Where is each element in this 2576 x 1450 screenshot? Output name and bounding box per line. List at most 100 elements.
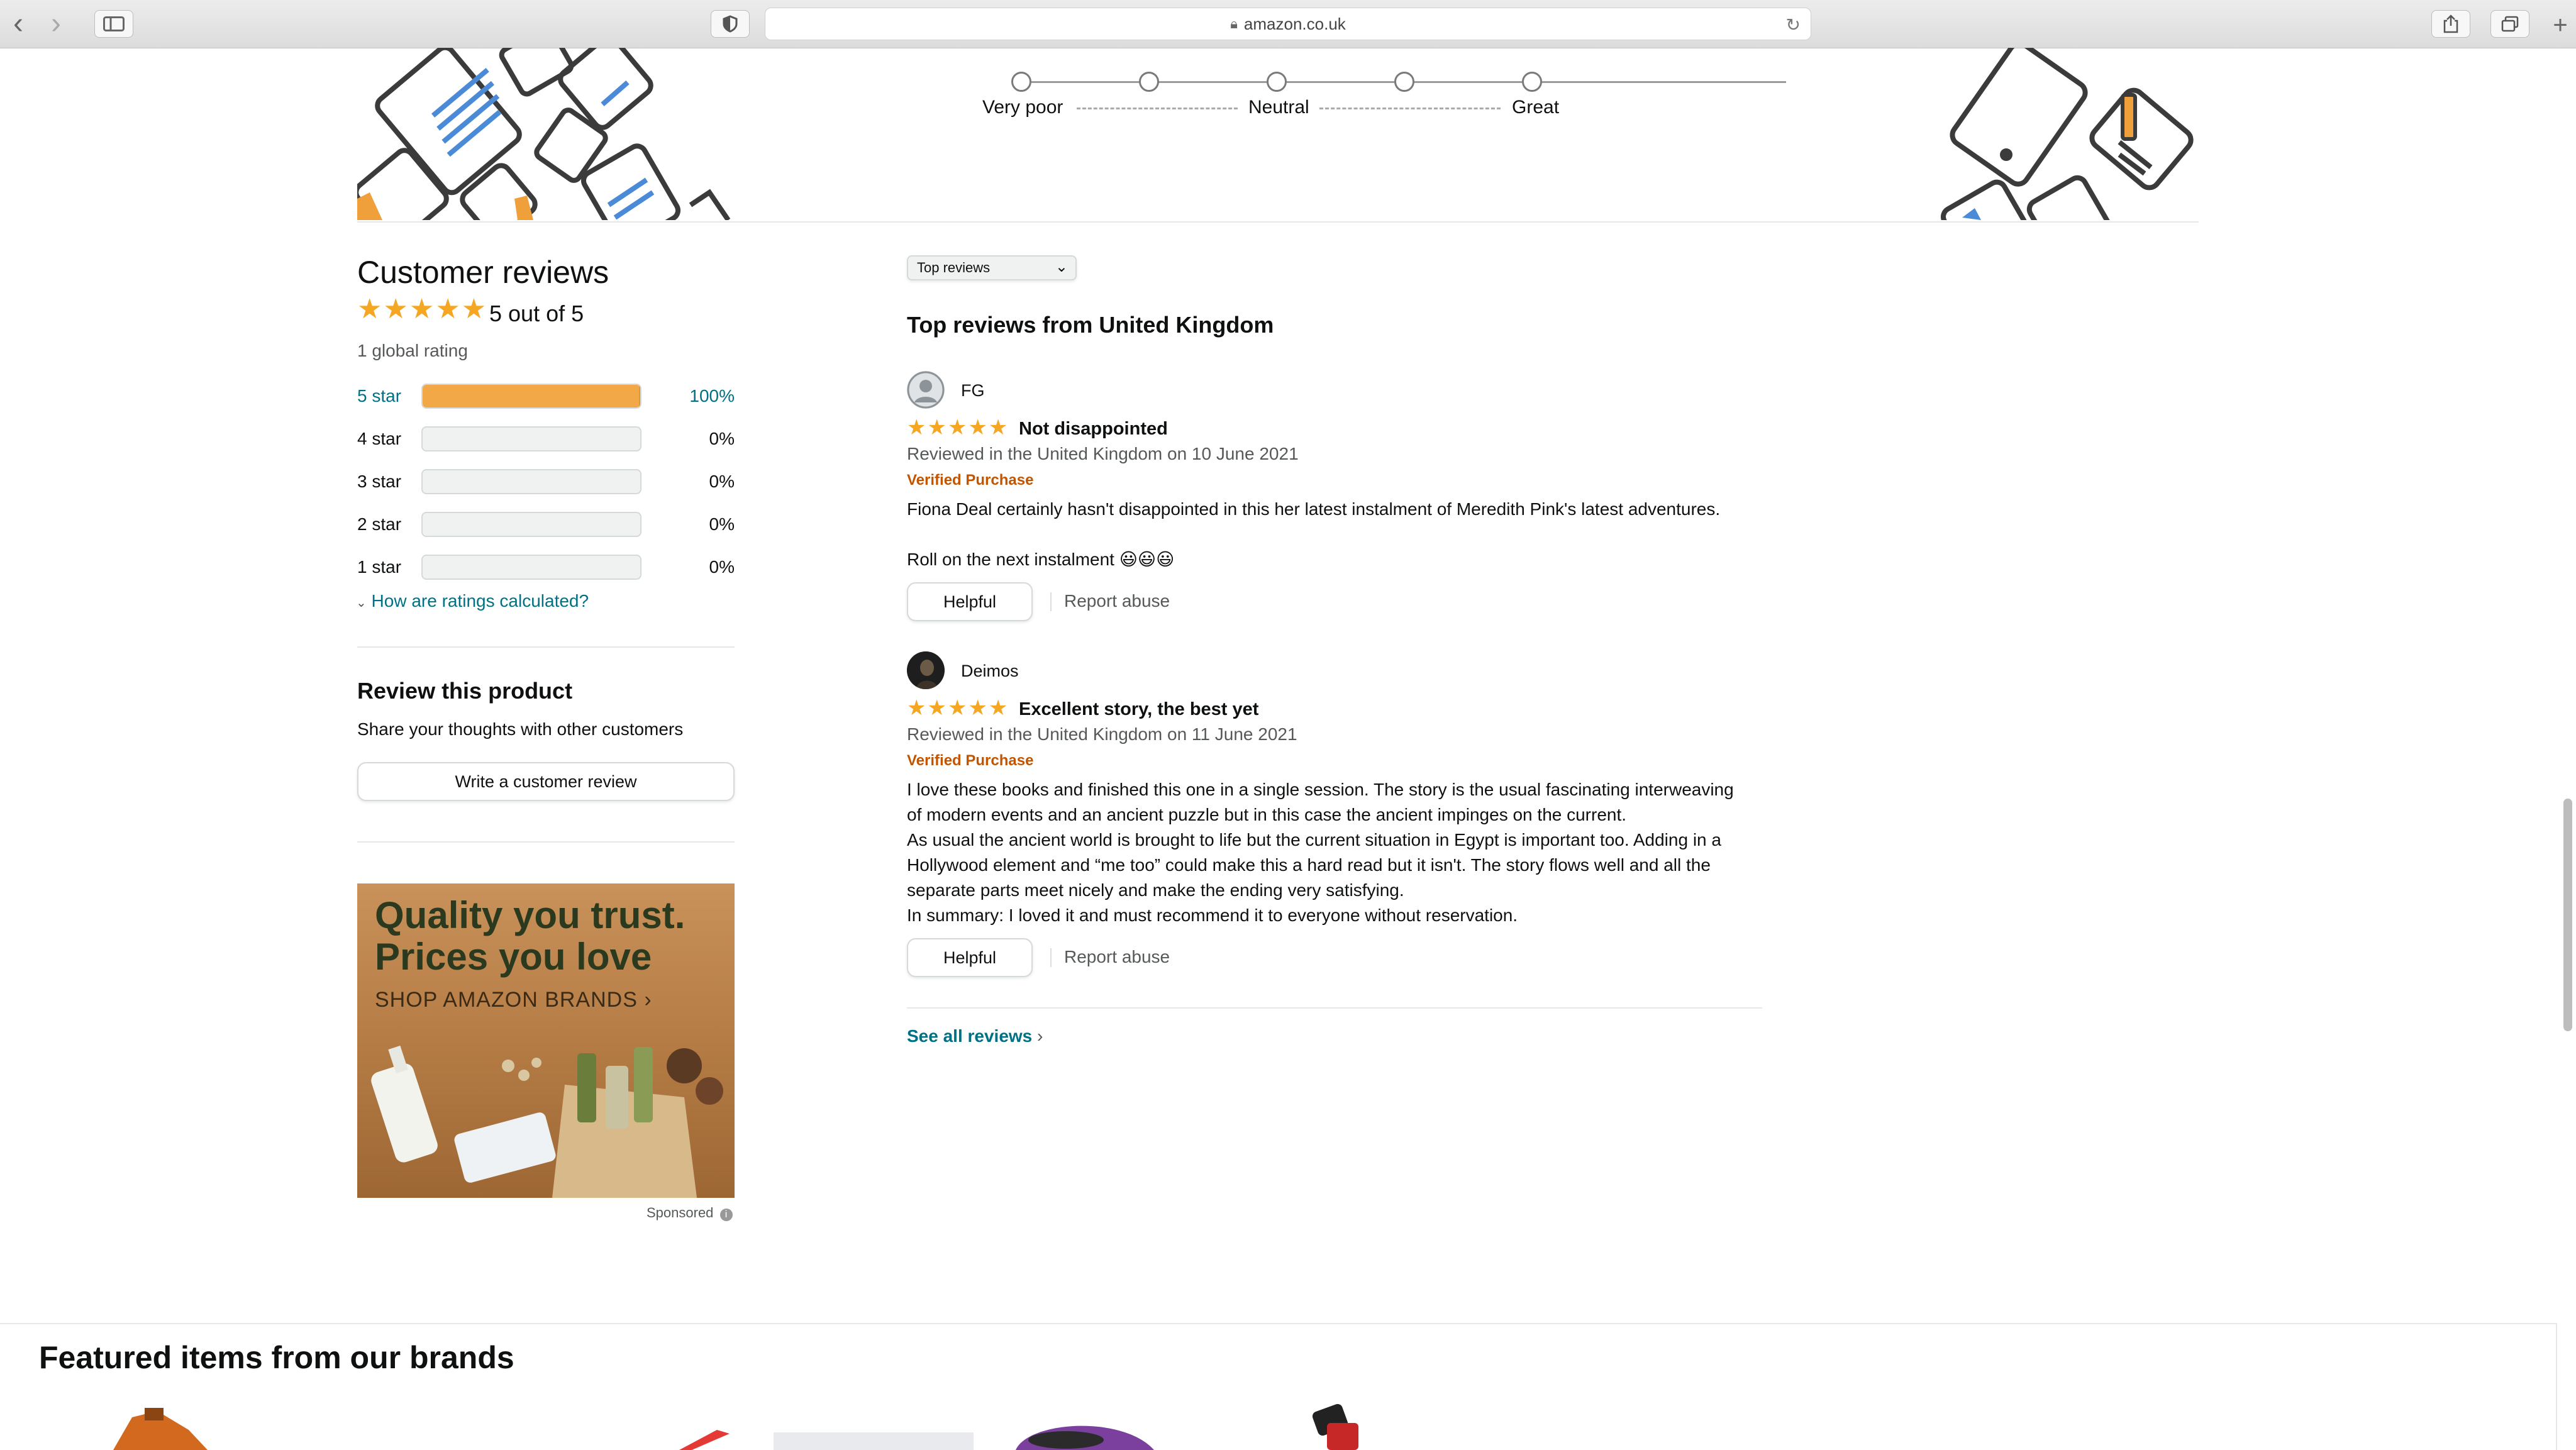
back-button[interactable]: ‹ bbox=[9, 9, 28, 39]
histogram-row-1-star: 1 star 0% bbox=[357, 555, 735, 580]
histogram-row-2-star: 2 star 0% bbox=[357, 512, 735, 537]
reviews-divider bbox=[907, 1007, 1762, 1009]
see-all-reviews-link[interactable]: See all reviews › bbox=[907, 1026, 1043, 1046]
helpful-button[interactable]: Helpful bbox=[907, 582, 1033, 621]
chevron-right-icon: › bbox=[1037, 1026, 1043, 1046]
rating-radio-2[interactable] bbox=[1139, 72, 1159, 92]
histogram-fill bbox=[423, 385, 640, 407]
sponsored-ad-banner[interactable]: Quality you trust. Prices you love SHOP … bbox=[357, 883, 735, 1198]
average-stars-icon: ★★★★★ bbox=[357, 294, 488, 324]
review-stars-icon[interactable]: ★★★★★ bbox=[907, 415, 1009, 440]
helpful-button[interactable]: Helpful bbox=[907, 938, 1033, 977]
new-tab-button[interactable]: + bbox=[2545, 11, 2576, 39]
review-title[interactable]: Not disappointed bbox=[1019, 419, 1168, 440]
histogram-percent: 0% bbox=[709, 472, 735, 491]
verified-purchase-badge: Verified Purchase bbox=[907, 472, 1034, 489]
review-body-line bbox=[907, 522, 1775, 547]
shield-icon bbox=[723, 15, 738, 33]
header-illustration-right bbox=[1940, 48, 2194, 220]
forward-button[interactable]: › bbox=[47, 9, 65, 39]
featured-items-heading: Featured items from our brands bbox=[39, 1340, 514, 1375]
how-ratings-calculated-label: How are ratings calculated? bbox=[371, 591, 589, 611]
rating-radio-5[interactable] bbox=[1522, 72, 1542, 92]
rating-radio-3[interactable] bbox=[1267, 72, 1287, 92]
sort-selected-value: Top reviews bbox=[917, 260, 991, 275]
histogram-row-4-star: 4 star 0% bbox=[357, 426, 735, 451]
average-rating-text: 5 out of 5 bbox=[489, 301, 584, 326]
review-stars-icon[interactable]: ★★★★★ bbox=[907, 695, 1009, 721]
rating-radio-1[interactable] bbox=[1011, 72, 1031, 92]
sponsored-text: Sponsored bbox=[647, 1205, 714, 1220]
profile-photo bbox=[907, 651, 945, 689]
histogram-row-5-star[interactable]: 5 star 100% bbox=[357, 384, 735, 409]
histogram-label: 2 star bbox=[357, 514, 402, 534]
featured-product-3-image[interactable] bbox=[774, 1432, 974, 1450]
customer-reviews-heading: Customer reviews bbox=[357, 255, 609, 290]
sidebar-icon bbox=[103, 16, 125, 31]
histogram-bar bbox=[421, 426, 641, 451]
reload-icon[interactable]: ↻ bbox=[1786, 14, 1801, 35]
histogram-row-3-star: 3 star 0% bbox=[357, 469, 735, 494]
see-all-reviews-label: See all reviews bbox=[907, 1026, 1033, 1046]
verified-purchase-badge: Verified Purchase bbox=[907, 752, 1034, 769]
featured-product-2-image[interactable] bbox=[679, 1430, 730, 1450]
histogram-label[interactable]: 5 star bbox=[357, 386, 401, 406]
review-title[interactable]: Excellent story, the best yet bbox=[1019, 699, 1258, 720]
histogram-label: 1 star bbox=[357, 557, 402, 577]
how-ratings-calculated-link[interactable]: ⌄ How are ratings calculated? bbox=[356, 591, 589, 611]
review-body-line: As usual the ancient world is brought to… bbox=[907, 830, 1721, 850]
sort-dropdown[interactable]: Top reviews ⌄ bbox=[907, 255, 1077, 280]
review-author[interactable]: Deimos bbox=[961, 661, 1019, 681]
histogram-bar bbox=[421, 512, 641, 537]
rating-label-very-poor: Very poor bbox=[982, 97, 1063, 118]
left-divider-2 bbox=[357, 841, 735, 843]
histogram-label: 4 star bbox=[357, 429, 402, 448]
histogram-percent: 0% bbox=[709, 557, 735, 577]
histogram-percent: 0% bbox=[709, 514, 735, 534]
review-product-subtext: Share your thoughts with other customers bbox=[357, 719, 684, 739]
ad-headline-2: Prices you love bbox=[375, 936, 652, 978]
histogram-percent[interactable]: 100% bbox=[621, 386, 735, 406]
url-text: amazon.co.uk bbox=[1243, 14, 1346, 33]
browser-toolbar: ‹ › 🔒︎ amazon.co.uk ↻ + bbox=[0, 0, 2576, 48]
histogram-bar bbox=[421, 555, 641, 580]
sidebar-toggle-button[interactable] bbox=[94, 10, 133, 38]
ad-products-image bbox=[371, 1045, 723, 1198]
rating-radio-4[interactable] bbox=[1394, 72, 1414, 92]
chevron-down-icon: ⌄ bbox=[356, 596, 367, 610]
featured-product-4-image[interactable] bbox=[1009, 1415, 1160, 1450]
review-date: Reviewed in the United Kingdom on 11 Jun… bbox=[907, 724, 1297, 744]
review-body-line: I love these books and finished this one… bbox=[907, 780, 1734, 799]
global-rating-count: 1 global rating bbox=[357, 341, 468, 360]
review-author[interactable]: FG bbox=[961, 381, 985, 401]
tabs-overview-button[interactable] bbox=[2490, 10, 2529, 38]
rating-label-great: Great bbox=[1512, 97, 1560, 118]
histogram-percent: 0% bbox=[709, 429, 735, 448]
rating-dash-right bbox=[1319, 108, 1501, 109]
review-body-line: Hollywood element and “me too” could mak… bbox=[907, 855, 1711, 875]
info-icon[interactable]: i bbox=[719, 1209, 733, 1221]
write-review-button[interactable]: Write a customer review bbox=[357, 762, 735, 801]
featured-product-1-image[interactable] bbox=[107, 1405, 220, 1450]
top-reviews-heading: Top reviews from United Kingdom bbox=[907, 312, 1274, 338]
rating-dash-left bbox=[1077, 108, 1238, 109]
histogram-label: 3 star bbox=[357, 472, 402, 491]
review-body-line: Roll on the next instalment 😃😃😃 bbox=[907, 550, 1175, 569]
histogram-bar bbox=[421, 469, 641, 494]
featured-product-5-image[interactable] bbox=[1302, 1401, 1371, 1450]
scrollbar[interactable] bbox=[2563, 799, 2572, 1031]
histogram-bar bbox=[421, 384, 641, 409]
report-abuse-link[interactable]: Report abuse bbox=[1064, 947, 1170, 967]
sponsored-label[interactable]: Sponsored i bbox=[647, 1205, 733, 1221]
lock-icon: 🔒︎ bbox=[1230, 16, 1238, 31]
address-bar[interactable]: 🔒︎ amazon.co.uk ↻ bbox=[765, 8, 1811, 40]
avatar bbox=[907, 651, 945, 689]
review-body-line: of modern events and an ancient puzzle b… bbox=[907, 805, 1627, 824]
report-abuse-link[interactable]: Report abuse bbox=[1064, 591, 1170, 611]
review-body-line: Fiona Deal certainly hasn't disappointed… bbox=[907, 499, 1721, 519]
share-button[interactable] bbox=[2431, 10, 2470, 38]
privacy-button[interactable] bbox=[711, 10, 750, 38]
header-illustration-left bbox=[357, 48, 731, 220]
section-divider bbox=[357, 221, 2199, 223]
rating-label-neutral: Neutral bbox=[1248, 97, 1309, 118]
